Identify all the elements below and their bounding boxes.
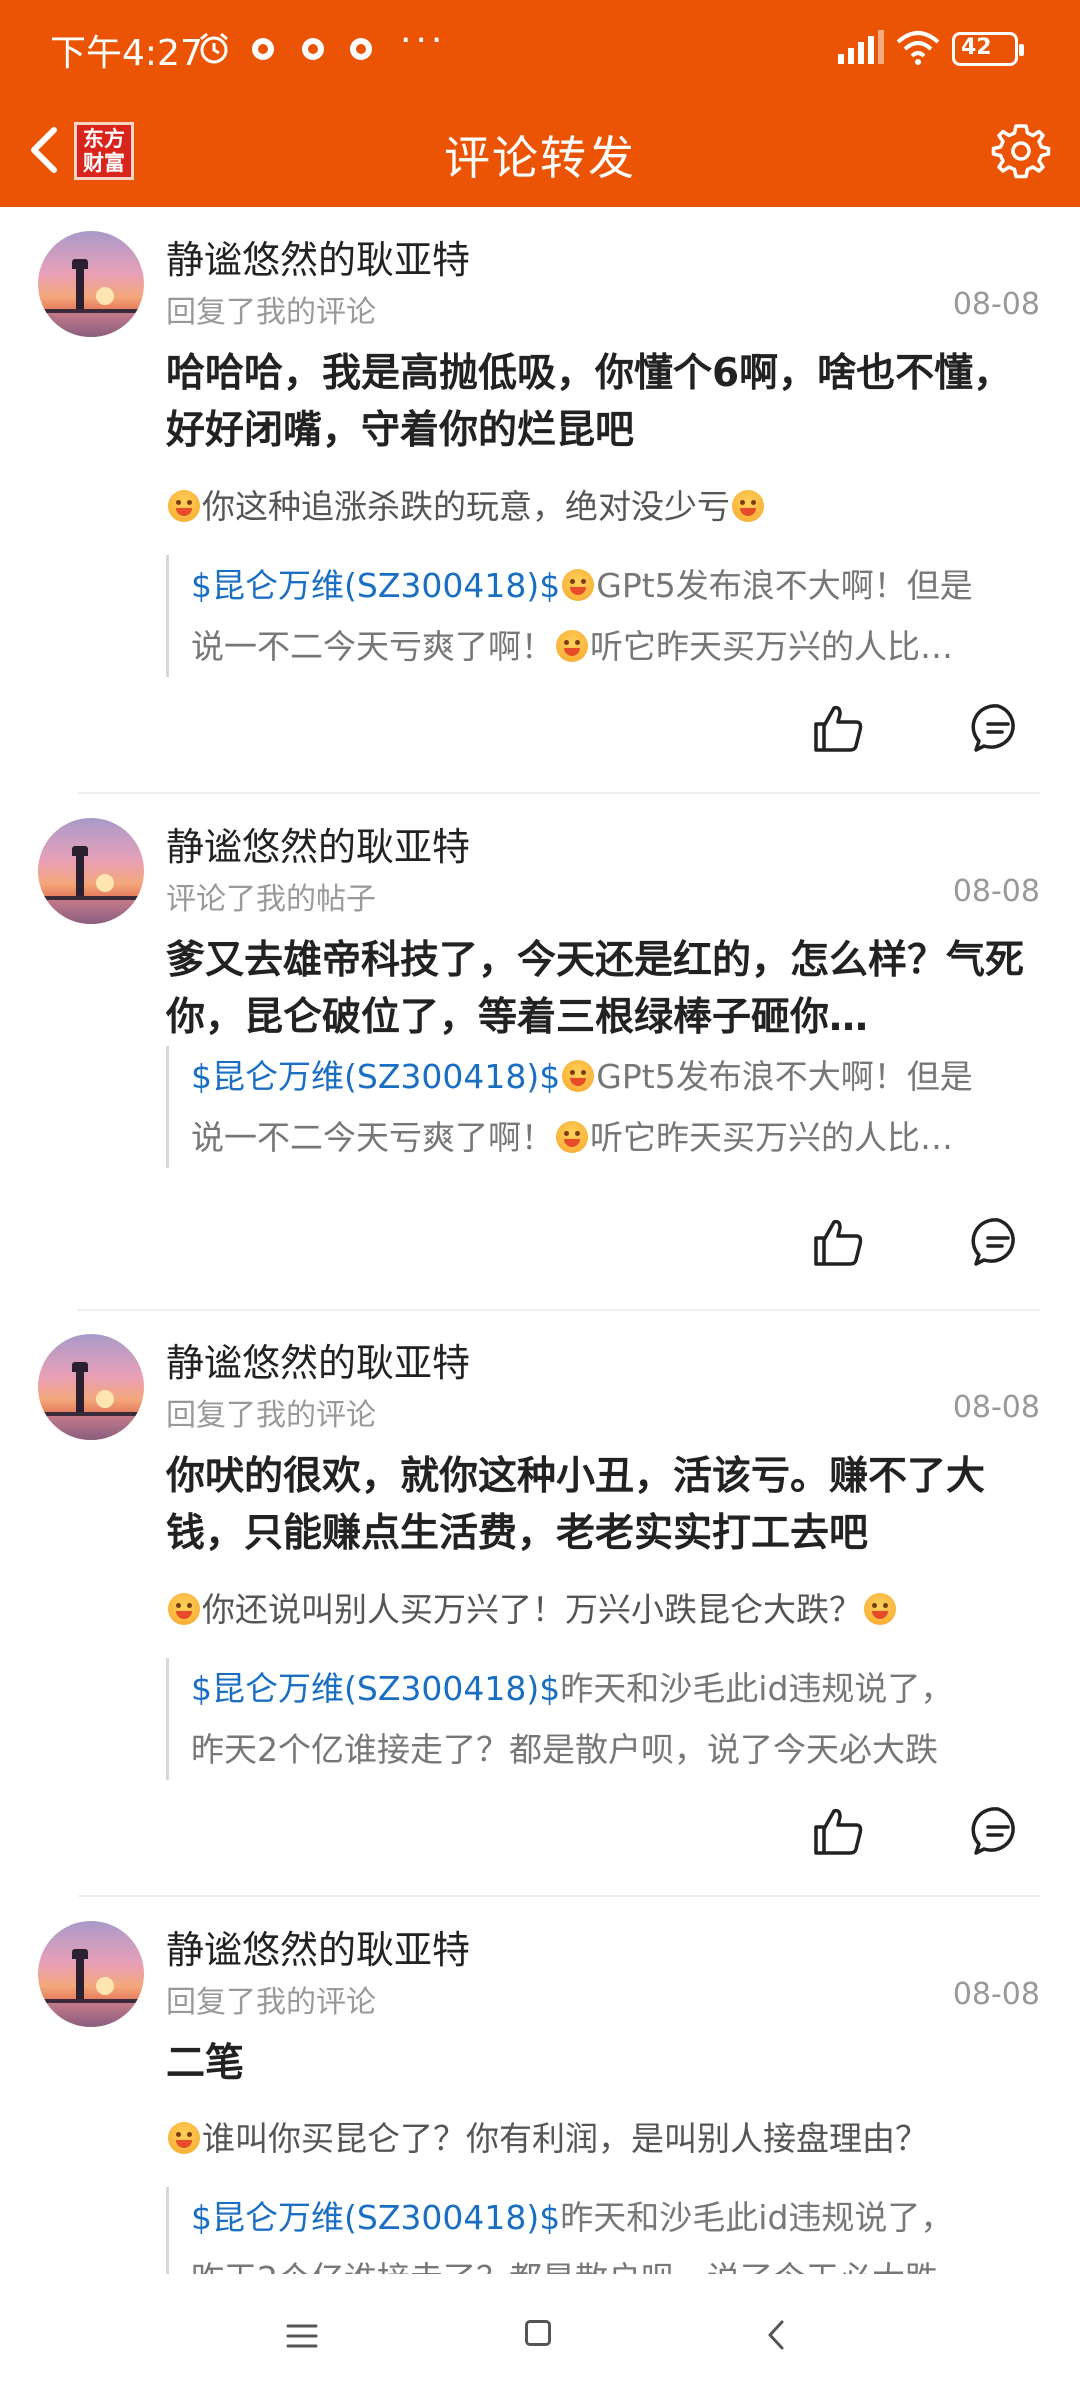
avatar[interactable] [38,231,144,337]
comment-content[interactable]: 你吠的很欢，就你这种小丑，活该亏。赚不了大钱，只能赚点生活费，老老实实打工去吧 [166,1448,1046,1562]
menu-icon[interactable] [285,2322,319,2350]
laugh-emoji-icon [562,569,595,601]
list-item[interactable]: 静谧悠然的耿亚特 评论了我的帖子 08-08 爹又去雄帝科技了，今天还是红的，怎… [0,794,1080,1311]
nav-bar: 东方 财富 评论转发 [0,100,1080,207]
laugh-emoji-icon [732,490,764,522]
app-notification-icon [350,38,372,60]
stock-link[interactable]: $昆仑万维(SZ300418)$ [191,2198,560,2237]
user-name[interactable]: 静谧悠然的耿亚特 [166,1919,470,1974]
quoted-post[interactable]: $昆仑万维(SZ300418)$昨天和沙毛此id违规说了， 昨天2个亿谁接走了？… [166,1658,1046,1780]
comment-content[interactable]: 二笔 [166,2035,1046,2092]
user-name[interactable]: 静谧悠然的耿亚特 [166,1332,470,1387]
laugh-emoji-icon [168,490,200,522]
comment-content[interactable]: 爹又去雄帝科技了，今天还是红的，怎么样？气死你，昆仑破位了，等着三根绿棒子砸你… [166,932,1046,1046]
stock-link[interactable]: $昆仑万维(SZ300418)$ [191,566,560,605]
comment-feed[interactable]: 静谧悠然的耿亚特 回复了我的评论 08-08 哈哈哈，我是高抛低吸，你懂个6啊，… [0,207,1080,2274]
stock-link[interactable]: $昆仑万维(SZ300418)$ [191,1669,560,1708]
list-item[interactable]: 静谧悠然的耿亚特 回复了我的评论 08-08 哈哈哈，我是高抛低吸，你懂个6啊，… [0,207,1080,794]
date: 08-08 [952,1390,1040,1425]
more-notifications-icon: ··· [400,20,447,61]
settings-gear-icon[interactable] [990,120,1052,182]
reply-icon[interactable] [970,1803,1026,1859]
status-time: 下午4:27 [50,33,203,74]
page-title: 评论转发 [444,131,636,185]
comment-content[interactable]: 哈哈哈，我是高抛低吸，你懂个6啊，啥也不懂，好好闭嘴，守着你的烂昆吧 [166,345,1046,459]
action-text: 回复了我的评论 [166,1398,376,1433]
home-button[interactable] [525,2320,551,2346]
original-comment: 谁叫你买昆仑了？你有利润，是叫别人接盘理由？ [166,2115,1046,2163]
user-name[interactable]: 静谧悠然的耿亚特 [166,816,470,871]
original-comment: 你这种追涨杀跌的玩意，绝对没少亏 [166,483,1046,531]
quoted-post[interactable]: $昆仑万维(SZ300418)$昨天和沙毛此id违规说了， 昨天2个亿谁接走了？… [166,2187,1046,2274]
date: 08-08 [952,287,1040,322]
action-text: 评论了我的帖子 [166,882,376,917]
laugh-emoji-icon [556,630,588,662]
original-comment: 你还说叫别人买万兴了！万兴小跌昆仑大跌？ [166,1586,1046,1634]
app-notification-icon [302,38,324,60]
status-bar: 下午4:27 ··· 42 [0,0,1080,100]
like-icon[interactable] [810,1803,866,1859]
list-item[interactable]: 静谧悠然的耿亚特 回复了我的评论 08-08 你吠的很欢，就你这种小丑，活该亏。… [0,1310,1080,1897]
action-text: 回复了我的评论 [166,295,376,330]
list-item[interactable]: 静谧悠然的耿亚特 回复了我的评论 08-08 二笔 谁叫你买昆仑了？你有利润，是… [0,1897,1080,2274]
avatar[interactable] [38,1334,144,1440]
like-icon[interactable] [810,700,866,756]
stock-link[interactable]: $昆仑万维(SZ300418)$ [191,1057,560,1096]
reply-icon[interactable] [970,1214,1026,1270]
date: 08-08 [952,1977,1040,2012]
signal-icon [838,30,884,64]
laugh-emoji-icon [864,1593,896,1625]
system-nav-bar [0,2274,1080,2400]
user-name[interactable]: 静谧悠然的耿亚特 [166,229,470,284]
laugh-emoji-icon [556,1121,588,1153]
wifi-icon [896,31,940,65]
reply-icon[interactable] [970,700,1026,756]
laugh-emoji-icon [562,1060,595,1092]
laugh-emoji-icon [168,2122,200,2154]
quoted-post[interactable]: $昆仑万维(SZ300418)$ GPt5发布浪不大啊！但是 说一不二今天亏爽了啊… [166,1046,1046,1168]
quoted-post[interactable]: $昆仑万维(SZ300418)$ GPt5发布浪不大啊！但是 说一不二今天亏爽了啊… [166,555,1046,677]
battery-icon: 42 [952,32,1024,66]
action-text: 回复了我的评论 [166,1985,376,2020]
alarm-icon [200,32,228,64]
back-nav-icon[interactable] [764,2318,788,2352]
avatar[interactable] [38,1921,144,2027]
avatar[interactable] [38,818,144,924]
like-icon[interactable] [810,1214,866,1270]
laugh-emoji-icon [168,1593,200,1625]
date: 08-08 [952,874,1040,909]
app-header: 下午4:27 ··· 42 东方 财富 评论转发 [0,0,1080,207]
app-notification-icon [252,38,274,60]
